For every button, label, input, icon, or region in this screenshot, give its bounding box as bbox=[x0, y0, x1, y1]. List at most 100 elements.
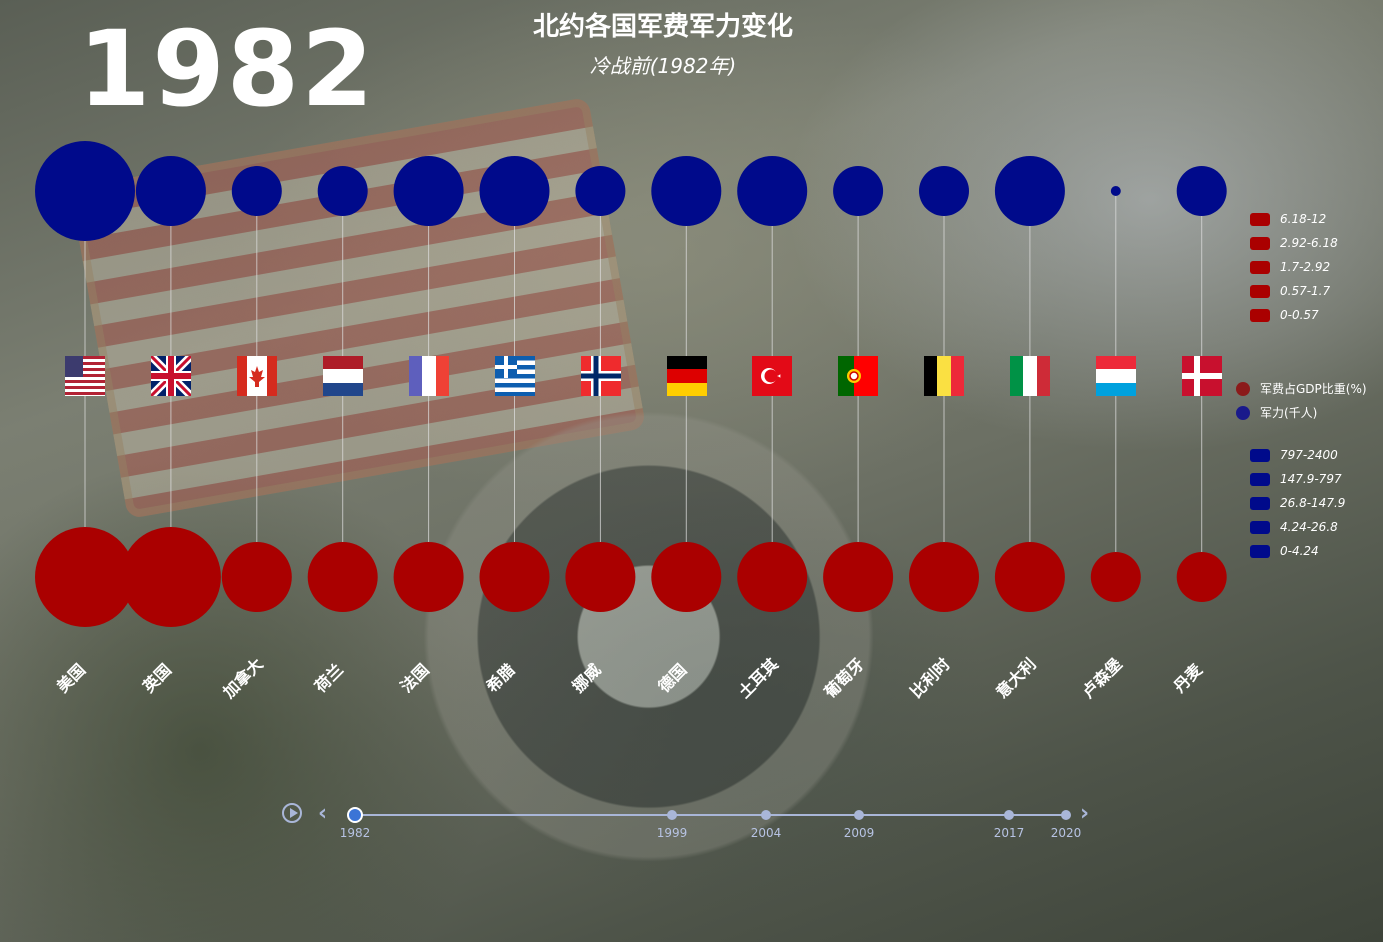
legend-series-force[interactable]: 军力(千人) bbox=[1236, 404, 1317, 421]
legend-range-label: 4.24-26.8 bbox=[1280, 520, 1338, 534]
timeline-marker[interactable] bbox=[761, 810, 771, 820]
legend-force-range[interactable]: 26.8-147.9 bbox=[1250, 496, 1345, 510]
flag-belgium-icon bbox=[924, 356, 964, 396]
legend-swatch bbox=[1250, 496, 1270, 510]
flag-greece-icon bbox=[495, 356, 535, 396]
force-bubble bbox=[393, 156, 464, 226]
timeline-marker[interactable] bbox=[1004, 810, 1014, 820]
country-label: 意大利 bbox=[992, 654, 1039, 701]
legend-dot bbox=[1236, 405, 1250, 420]
force-bubble bbox=[833, 166, 884, 216]
legend-spending-range[interactable]: 2.92-6.18 bbox=[1250, 236, 1338, 250]
bubble-chart: 美国 英国 加拿大 荷兰 法国 希腊 挪威 德国 土耳其 葡萄牙 比利时 意大利 卢森堡 丹麦 bbox=[35, 141, 1227, 823]
timeline-year-label[interactable]: 2009 bbox=[844, 826, 875, 840]
country-label: 挪威 bbox=[568, 660, 604, 696]
force-bubble bbox=[1110, 186, 1121, 196]
legend-range-label: 797-2400 bbox=[1280, 448, 1338, 462]
legend-range-label: 0-0.57 bbox=[1280, 308, 1319, 322]
legend-spending-range[interactable]: 6.18-12 bbox=[1250, 212, 1326, 226]
spending-bubble bbox=[221, 542, 292, 612]
legend-range-label: 0-4.24 bbox=[1280, 544, 1319, 558]
force-bubble bbox=[651, 156, 722, 226]
spending-bubble bbox=[35, 527, 135, 627]
force-bubble bbox=[231, 166, 282, 216]
legend-range-label: 147.9-797 bbox=[1280, 472, 1342, 486]
force-bubble bbox=[994, 156, 1065, 226]
legend-series-spending[interactable]: 军费占GDP比重(%) bbox=[1236, 380, 1367, 397]
force-bubble bbox=[317, 166, 368, 216]
spending-bubble bbox=[120, 527, 221, 627]
flag-portugal-icon bbox=[838, 356, 878, 396]
country-label: 葡萄牙 bbox=[820, 654, 868, 702]
flag-uk-icon bbox=[151, 356, 191, 396]
legend-range-label: 26.8-147.9 bbox=[1280, 496, 1346, 510]
timeline-marker[interactable] bbox=[1061, 810, 1071, 820]
country-label: 荷兰 bbox=[311, 660, 347, 696]
flag-germany-icon bbox=[667, 356, 707, 396]
force-bubble bbox=[35, 141, 135, 241]
flag-usa-icon bbox=[65, 356, 105, 396]
legend-spending-range[interactable]: 1.7-2.92 bbox=[1250, 260, 1330, 274]
flag-luxembourg-icon bbox=[1096, 356, 1136, 396]
legend-range-label: 1.7-2.92 bbox=[1280, 260, 1331, 274]
legend-spending-range[interactable]: 0-0.57 bbox=[1250, 308, 1319, 322]
legend-range-label: 0.57-1.7 bbox=[1280, 284, 1331, 298]
country-label: 加拿大 bbox=[219, 654, 267, 702]
legend-force-range[interactable]: 797-2400 bbox=[1250, 448, 1338, 462]
chart-subtitle: 冷战前(1982年) bbox=[589, 54, 737, 78]
force-bubble bbox=[919, 166, 969, 216]
spending-bubble bbox=[651, 542, 722, 612]
force-bubble bbox=[135, 156, 206, 226]
force-bubble bbox=[479, 156, 550, 226]
force-bubble bbox=[1176, 166, 1227, 216]
legend-swatch bbox=[1250, 544, 1270, 558]
spending-bubble bbox=[737, 542, 808, 612]
legend-swatch bbox=[1250, 212, 1270, 226]
timeline-prev-icon[interactable]: ‹ bbox=[318, 803, 327, 825]
timeline-next-icon[interactable]: › bbox=[1080, 803, 1089, 825]
spending-bubble bbox=[393, 542, 464, 612]
flag-france-icon bbox=[409, 356, 449, 396]
force-bubble bbox=[737, 156, 808, 226]
legend-swatch bbox=[1250, 520, 1270, 534]
legend-force-range[interactable]: 4.24-26.8 bbox=[1250, 520, 1338, 534]
timeline-year-label[interactable]: 2017 bbox=[994, 826, 1025, 840]
timeline-marker[interactable] bbox=[667, 810, 677, 820]
country-label: 丹麦 bbox=[1170, 659, 1207, 696]
timeline-year-label[interactable]: 1982 bbox=[340, 826, 371, 840]
flag-denmark-icon bbox=[1182, 356, 1222, 396]
flag-canada-icon bbox=[237, 356, 277, 396]
legend-range-label: 6.18-12 bbox=[1280, 212, 1327, 226]
timeline-current-marker[interactable] bbox=[347, 807, 363, 823]
legend-series-label: 军力(千人) bbox=[1260, 406, 1318, 420]
spending-bubble bbox=[994, 542, 1065, 612]
timeline-year-label[interactable]: 1999 bbox=[657, 826, 688, 840]
flag-netherlands-icon bbox=[323, 356, 363, 396]
flag-italy-icon bbox=[1010, 356, 1050, 396]
country-label: 比利时 bbox=[906, 654, 953, 701]
legend-swatch bbox=[1250, 260, 1270, 274]
spending-bubble bbox=[1176, 552, 1227, 602]
country-label: 英国 bbox=[138, 660, 175, 697]
timeline-marker[interactable] bbox=[854, 810, 864, 820]
legend-force-range[interactable]: 0-4.24 bbox=[1250, 544, 1319, 558]
legend-swatch bbox=[1250, 284, 1270, 298]
legend-series-label: 军费占GDP比重(%) bbox=[1260, 382, 1367, 396]
legend-swatch bbox=[1250, 236, 1270, 250]
timeline-play-button[interactable] bbox=[282, 803, 302, 823]
legend-range-label: 2.92-6.18 bbox=[1280, 236, 1338, 250]
legend-force-range[interactable]: 147.9-797 bbox=[1250, 472, 1342, 486]
flag-turkey-icon bbox=[752, 356, 792, 396]
spending-bubble bbox=[307, 542, 378, 612]
chart-stage: 美国 英国 加拿大 荷兰 法国 希腊 挪威 德国 土耳其 葡萄牙 比利时 意大利 卢森堡 丹麦 1982 … bbox=[0, 0, 1383, 942]
timeline-year-label[interactable]: 2004 bbox=[751, 826, 782, 840]
timeline-year-label[interactable]: 2020 bbox=[1051, 826, 1082, 840]
chart-title: 北约各国军费军力变化 bbox=[532, 12, 793, 42]
spending-bubble bbox=[823, 542, 894, 612]
spending-bubble bbox=[565, 542, 636, 612]
legend-swatch bbox=[1250, 308, 1270, 322]
legend-spending-range[interactable]: 0.57-1.7 bbox=[1250, 284, 1330, 298]
country-label: 美国 bbox=[53, 660, 89, 696]
force-bubble bbox=[575, 166, 626, 216]
country-label: 法国 bbox=[397, 660, 433, 696]
